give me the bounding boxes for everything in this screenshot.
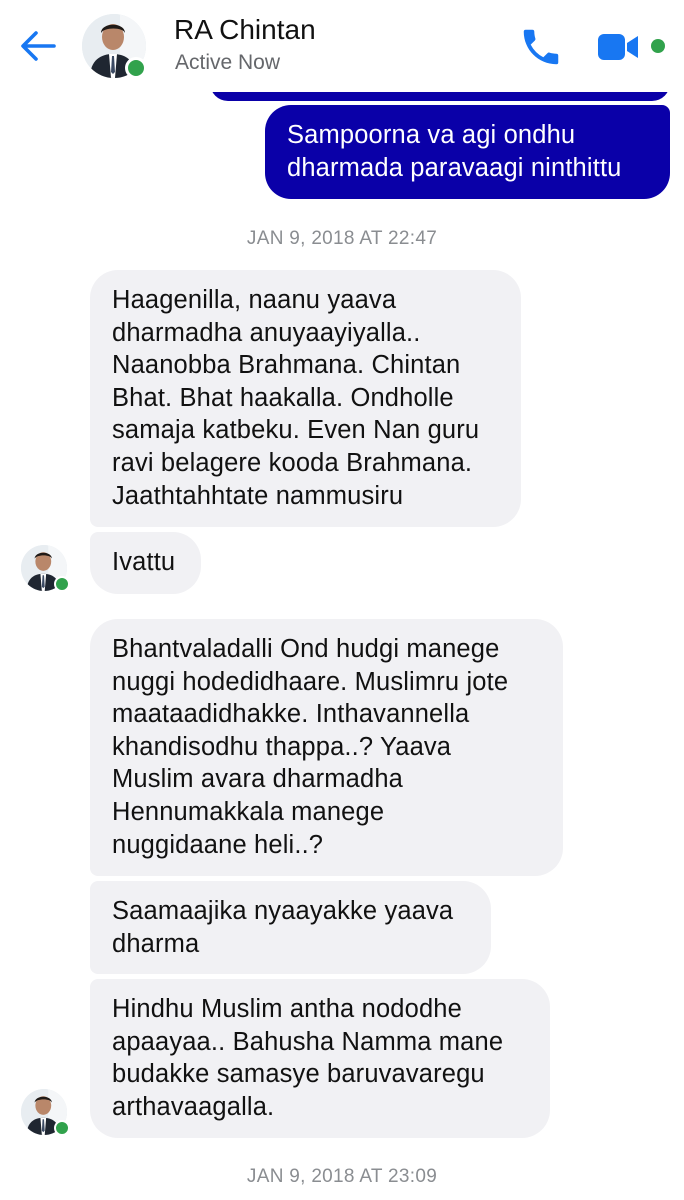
timestamp: JAN 9, 2018 AT 23:09 [246, 1166, 438, 1187]
video-camera-icon [598, 34, 638, 60]
timestamp: JAN 9, 2018 AT 22:47 [246, 228, 438, 249]
message-bubble-received[interactable]: Saamaajika nyaayakke yaava dharma [90, 881, 491, 974]
online-indicator [125, 57, 147, 79]
message-bubble-received[interactable]: Haagenilla, naanu yaava dharmadha anuyaa… [90, 270, 521, 527]
back-arrow-icon [21, 31, 56, 61]
online-indicator [54, 576, 70, 592]
sender-avatar[interactable] [21, 1089, 70, 1136]
voice-call-button[interactable] [518, 24, 564, 70]
active-status: Active Now [175, 51, 281, 74]
message-bubble-received[interactable]: Hindhu Muslim antha nododhe apaayaa.. Ba… [90, 979, 550, 1138]
conversation-header: RA Chintan Active Now [0, 0, 684, 92]
contact-avatar[interactable] [82, 14, 147, 79]
conversation-thread: Sampoorna va agi ondhu dharmada paravaag… [0, 0, 684, 1200]
video-available-indicator [651, 39, 665, 53]
message-bubble-received[interactable]: Ivattu [90, 532, 201, 594]
message-bubble-received[interactable]: Bhantvaladalli Ond hudgi manege nuggi ho… [90, 619, 563, 876]
contact-name[interactable]: RA Chintan [174, 14, 316, 46]
video-call-button[interactable] [596, 28, 640, 66]
back-button[interactable] [16, 24, 60, 68]
message-bubble-sent[interactable]: Sampoorna va agi ondhu dharmada paravaag… [265, 105, 670, 199]
phone-icon [523, 29, 559, 65]
sender-avatar[interactable] [21, 545, 70, 592]
online-indicator [54, 1120, 70, 1136]
